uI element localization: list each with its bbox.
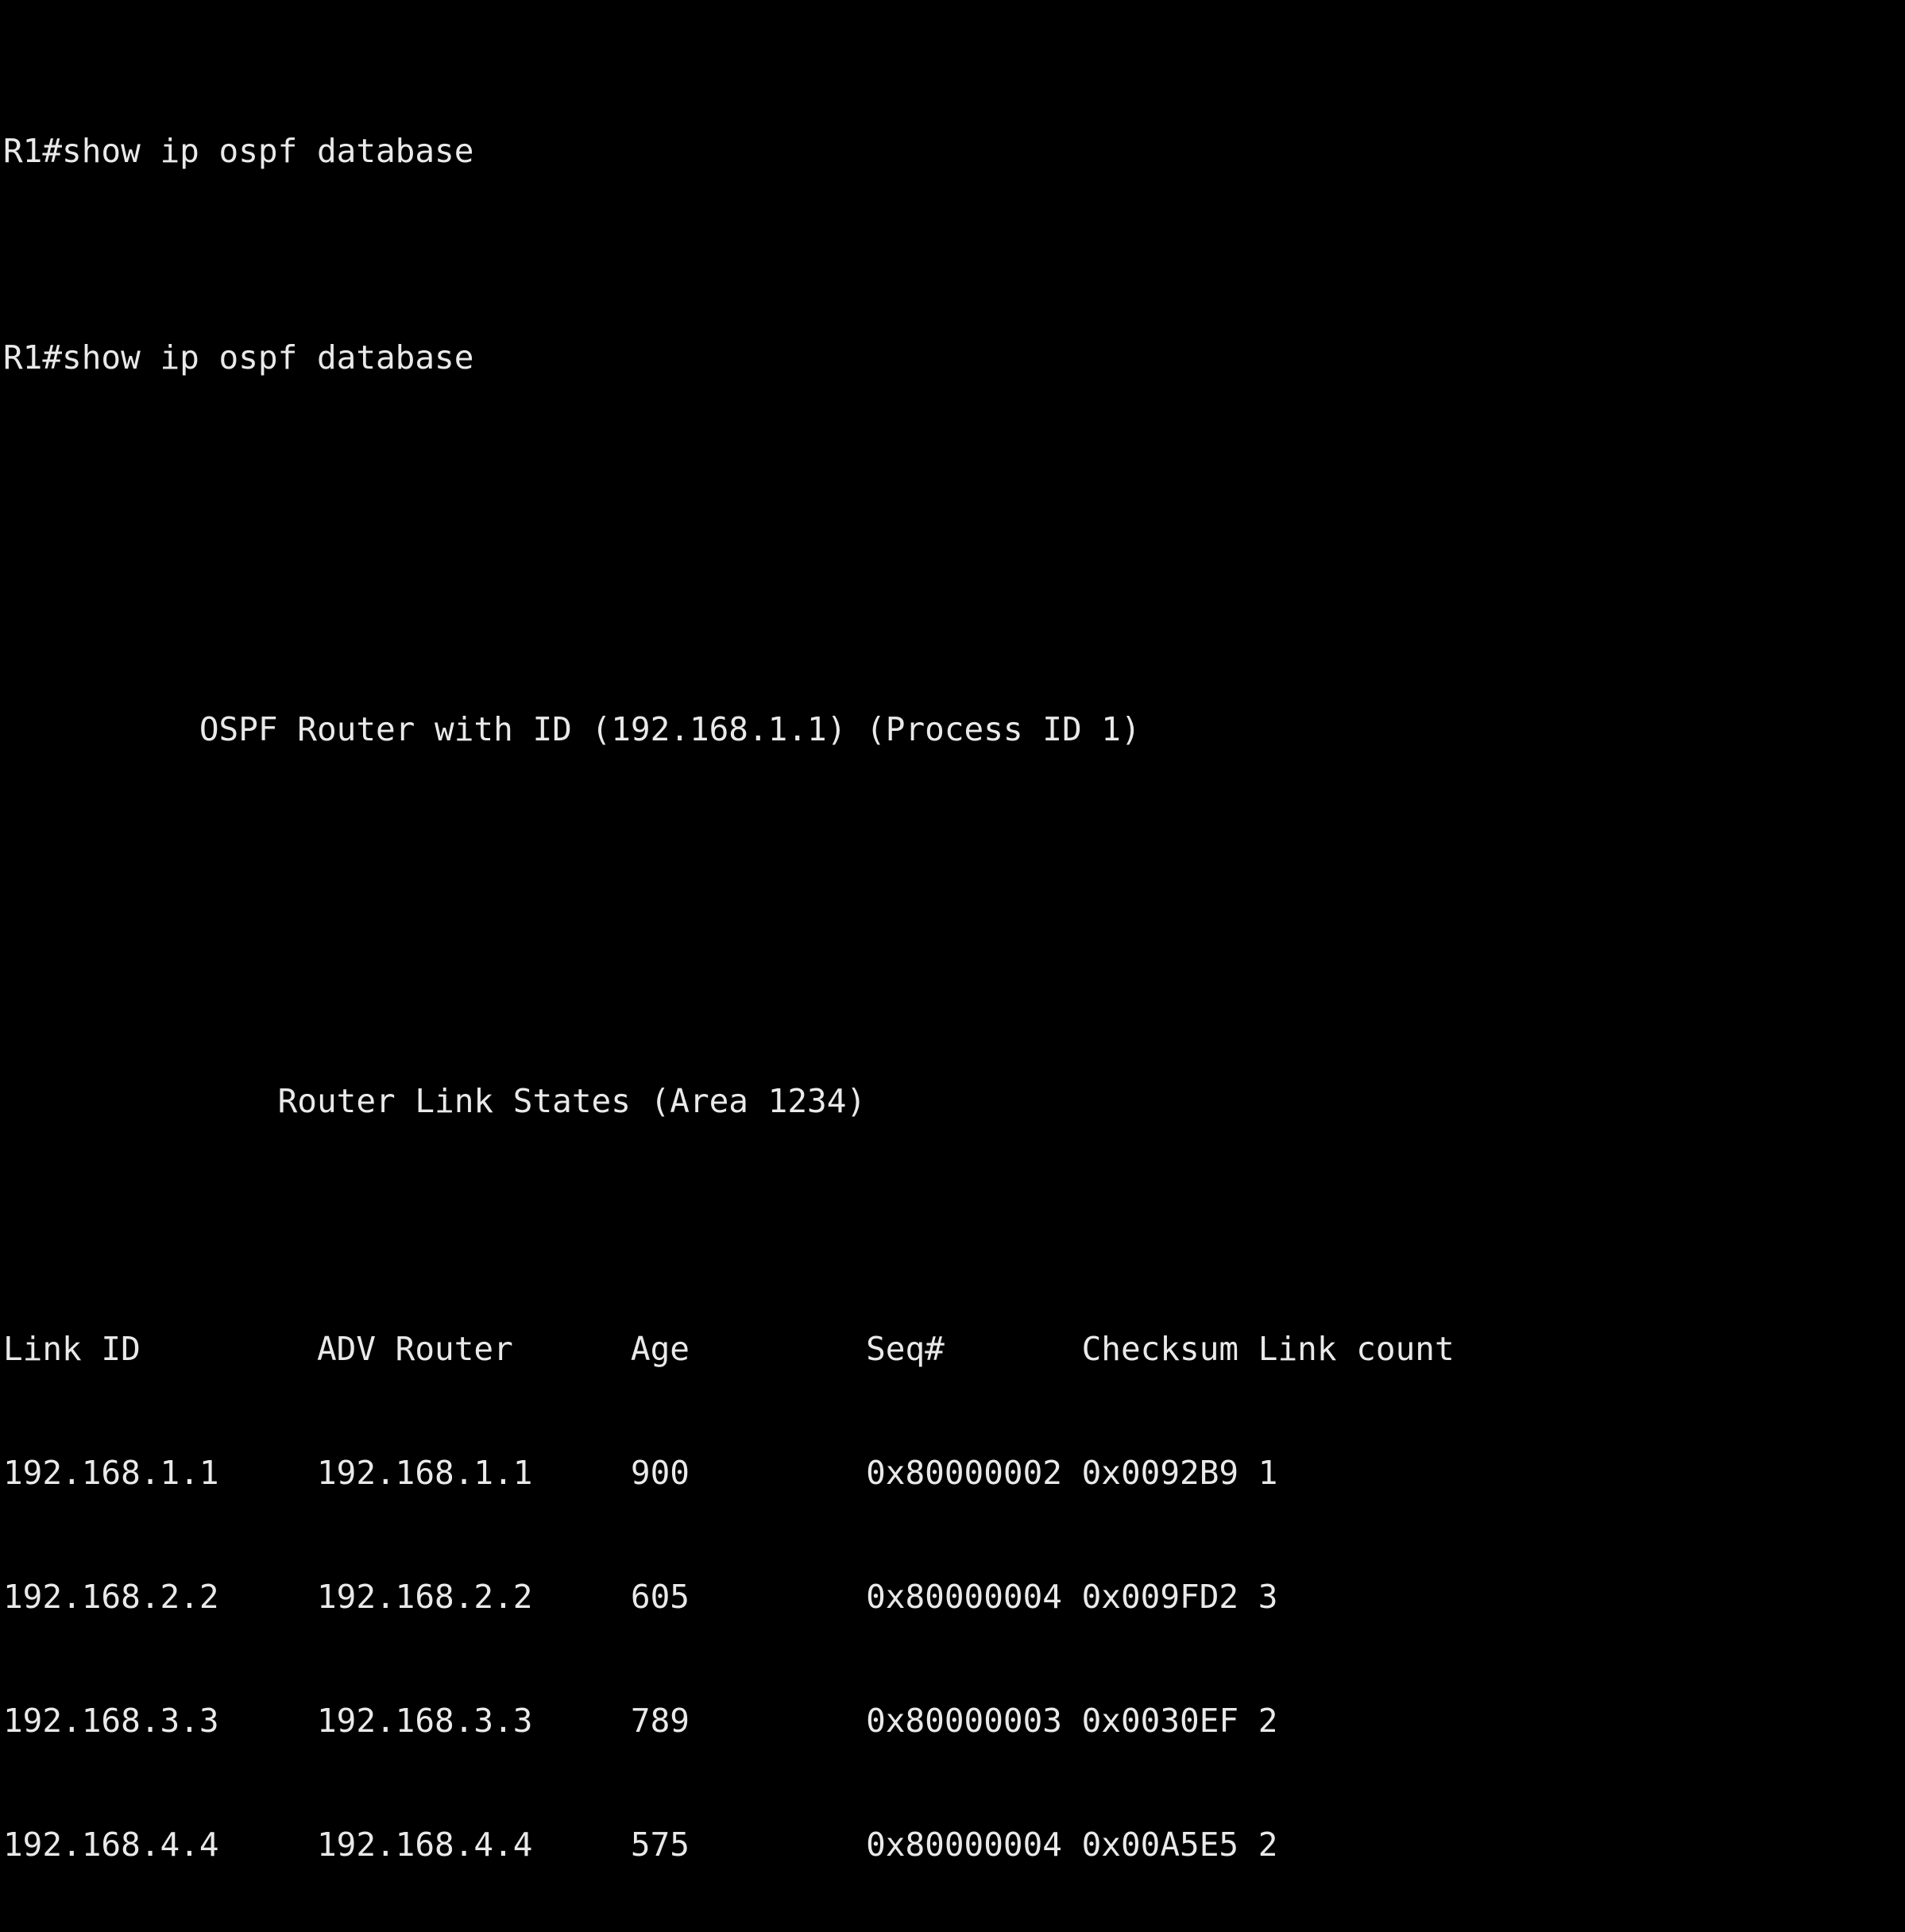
section-title-router-link-states: Router Link States (Area 1234) <box>3 1082 867 1120</box>
terminal-screen[interactable]: R1#show ip ospf database R1#show ip ospf… <box>3 0 1902 1932</box>
table-row: 192.168.1.1 192.168.1.1 900 0x80000002 0… <box>3 1454 1278 1492</box>
terminal-window[interactable]: R1#show ip ospf database R1#show ip ospf… <box>0 0 1905 1864</box>
table-row: 192.168.3.3 192.168.3.3 789 0x80000003 0… <box>3 1702 1278 1740</box>
table-row: 192.168.4.4 192.168.4.4 575 0x80000004 0… <box>3 1826 1278 1864</box>
scrollback-clipped-line: R1#show ip ospf database <box>3 132 474 170</box>
table-header-router-link-states: Link ID ADV Router Age Seq# Checksum Lin… <box>3 1330 1455 1368</box>
table-row: 192.168.2.2 192.168.2.2 605 0x80000004 0… <box>3 1578 1278 1616</box>
command-line: R1#show ip ospf database <box>3 338 474 377</box>
ospf-process-header: OSPF Router with ID (192.168.1.1) (Proce… <box>3 710 1141 748</box>
